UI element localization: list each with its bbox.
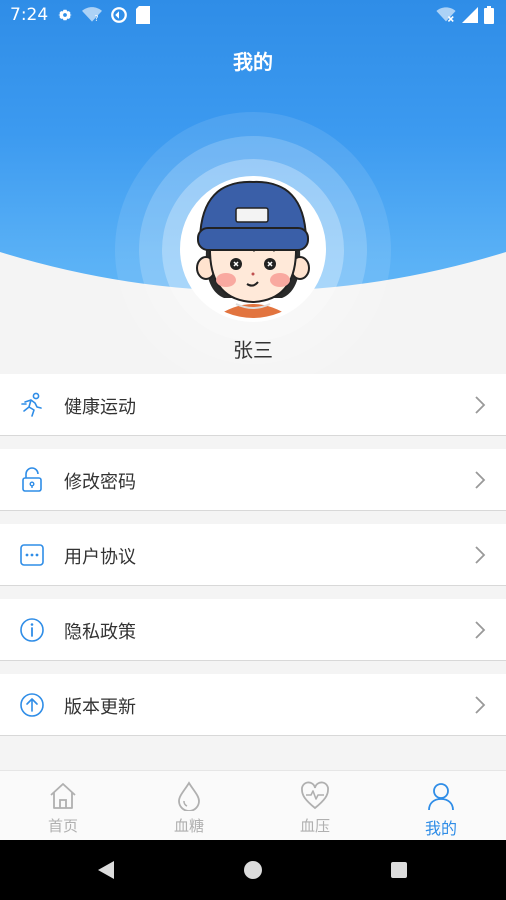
tab-label: 我的 bbox=[424, 819, 457, 838]
wifi-question-icon: ? bbox=[82, 7, 102, 23]
chevron-right-icon bbox=[475, 696, 486, 714]
chevron-right-icon bbox=[475, 546, 486, 564]
tab-mine[interactable]: 我的 bbox=[378, 771, 504, 841]
cartoon-boy-avatar-icon bbox=[196, 180, 310, 318]
tab-label: 首页 bbox=[47, 817, 78, 835]
menu-label: 用户协议 bbox=[64, 547, 136, 568]
status-time: 7:24 bbox=[10, 5, 49, 25]
drop-icon bbox=[178, 781, 200, 811]
menu-item-user-agreement[interactable]: 用户协议 bbox=[0, 524, 506, 586]
settings-icon bbox=[58, 9, 72, 21]
upload-arrow-icon bbox=[20, 693, 44, 717]
tab-blood-pressure[interactable]: 血压 bbox=[252, 771, 378, 841]
menu-label: 隐私政策 bbox=[64, 622, 136, 643]
home-nav-icon[interactable] bbox=[243, 860, 263, 880]
menu-item-version-update[interactable]: 版本更新 bbox=[0, 674, 506, 736]
svg-text:?: ? bbox=[95, 14, 99, 23]
user-name: 张三 bbox=[233, 338, 273, 362]
tab-label: 血压 bbox=[299, 817, 330, 835]
chat-dots-icon bbox=[20, 544, 44, 566]
chevron-right-icon bbox=[475, 471, 486, 489]
sync-icon bbox=[111, 7, 127, 23]
menu-label: 修改密码 bbox=[64, 472, 136, 493]
home-icon bbox=[50, 783, 76, 809]
menu-label: 健康运动 bbox=[64, 397, 136, 418]
menu-item-health-exercise[interactable]: 健康运动 bbox=[0, 374, 506, 436]
chevron-right-icon bbox=[475, 396, 486, 414]
menu-item-change-password[interactable]: 修改密码 bbox=[0, 449, 506, 511]
chevron-right-icon bbox=[475, 621, 486, 639]
avatar[interactable] bbox=[180, 176, 326, 322]
bottom-tab-bar: 首页 血糖 血压 我的 bbox=[0, 770, 506, 840]
lock-icon bbox=[22, 467, 42, 492]
wifi-off-icon bbox=[436, 7, 456, 22]
tab-home[interactable]: 首页 bbox=[0, 771, 126, 841]
tab-label: 血糖 bbox=[173, 817, 204, 835]
user-icon bbox=[428, 783, 454, 811]
sd-card-icon bbox=[136, 6, 150, 24]
battery-icon bbox=[484, 6, 494, 24]
tab-blood-sugar[interactable]: 血糖 bbox=[126, 771, 252, 841]
page-title: 我的 bbox=[233, 50, 273, 74]
running-person-icon bbox=[21, 392, 42, 417]
signal-icon bbox=[462, 7, 478, 23]
heart-pulse-icon bbox=[301, 781, 329, 810]
info-icon bbox=[20, 618, 44, 642]
system-navigation-bar bbox=[0, 840, 506, 900]
menu-label: 版本更新 bbox=[64, 697, 136, 718]
back-icon[interactable] bbox=[96, 860, 116, 880]
status-bar: 7:24 ? bbox=[0, 0, 506, 30]
recents-icon[interactable] bbox=[390, 861, 408, 879]
menu-item-privacy-policy[interactable]: 隐私政策 bbox=[0, 599, 506, 661]
